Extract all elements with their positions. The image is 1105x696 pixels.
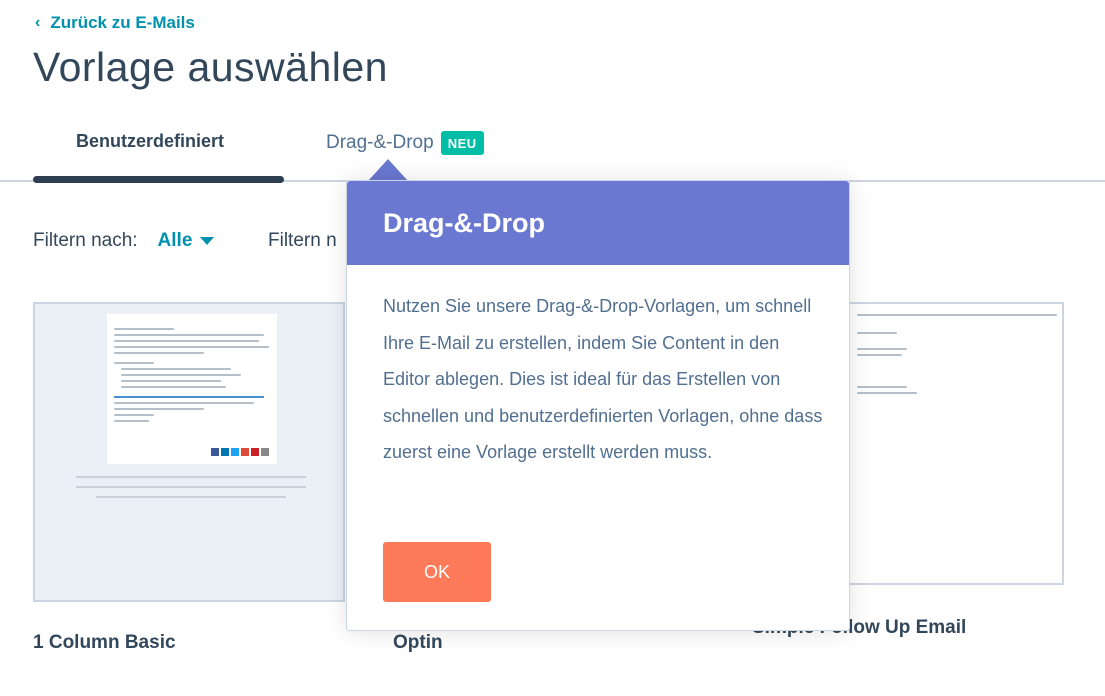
new-badge: NEU <box>440 131 484 155</box>
popover-arrow <box>368 159 408 181</box>
popover-title: Drag-&-Drop <box>383 207 545 238</box>
drag-and-drop-popover: Drag-&-Drop Nutzen Sie unsere Drag-&-Dro… <box>346 180 850 631</box>
template-name[interactable]: Optin <box>393 632 443 654</box>
template-card-1-column-basic[interactable] <box>33 302 345 602</box>
filter-dropdown[interactable]: Alle <box>158 230 215 252</box>
back-to-emails-link[interactable]: ‹ Zurück zu E-Mails <box>35 13 195 33</box>
active-tab-indicator <box>33 176 284 183</box>
popover-body: Nutzen Sie unsere Drag-&-Drop-Vorlagen, … <box>383 296 823 462</box>
second-filter-label: Filtern n <box>268 230 337 251</box>
filter-label: Filtern nach: <box>33 230 138 251</box>
template-thumbnail <box>107 314 277 464</box>
popover-header: Drag-&-Drop <box>347 181 849 265</box>
caret-down-icon <box>200 237 215 245</box>
chevron-left-icon: ‹ <box>35 14 41 31</box>
tab-drag-and-drop-label: Drag-&-Drop <box>326 132 434 153</box>
page-title: Vorlage auswählen <box>33 44 388 90</box>
template-card-simple-follow-up[interactable] <box>848 302 1064 585</box>
tab-custom[interactable]: Benutzerdefiniert <box>76 131 224 152</box>
filter-dropdown-value: Alle <box>157 230 193 251</box>
social-icons <box>211 448 269 456</box>
filter-row: Filtern nach: Alle <box>33 230 215 252</box>
back-link-label: Zurück zu E-Mails <box>50 13 195 32</box>
tab-drag-and-drop[interactable]: Drag-&-Drop NEU <box>326 131 484 155</box>
ok-button[interactable]: OK <box>383 542 491 602</box>
template-name[interactable]: 1 Column Basic <box>33 632 176 654</box>
